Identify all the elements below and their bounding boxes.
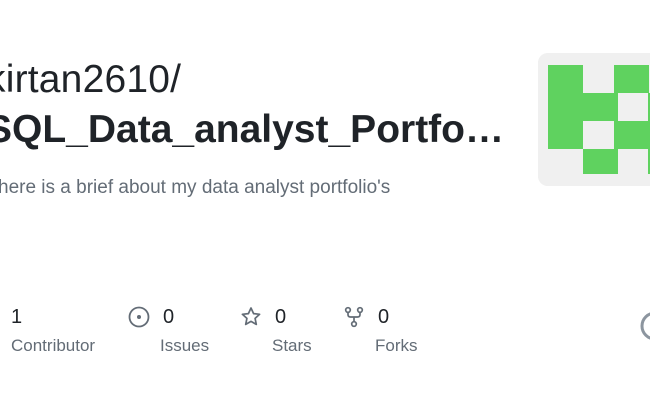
issues-count: 0 — [163, 305, 175, 328]
issue-opened-icon — [128, 306, 150, 328]
repo-owner[interactable]: kirtan2610/ — [0, 58, 181, 102]
forks-label: Forks — [375, 336, 418, 355]
stat-stars[interactable]: 0 Stars — [240, 304, 312, 356]
stars-label: Stars — [272, 336, 312, 355]
owner-avatar[interactable] — [538, 53, 650, 186]
contributors-count: 1 — [11, 305, 23, 328]
stat-forks[interactable]: 0 Forks — [343, 304, 418, 356]
repo-forked-icon — [343, 306, 365, 328]
repo-social-card: kirtan2610/ SQL_Data_analyst_Portfo… her… — [0, 0, 650, 400]
star-icon — [240, 306, 262, 328]
forks-count: 0 — [378, 305, 390, 328]
stars-count: 0 — [275, 305, 287, 328]
issues-label: Issues — [160, 336, 210, 355]
repo-name[interactable]: SQL_Data_analyst_Portfo… — [0, 108, 504, 152]
repo-description: here is a brief about my data analyst po… — [0, 177, 391, 198]
contributors-label: Contributor — [11, 336, 96, 355]
stat-contributors[interactable]: 1 Contributor — [11, 304, 95, 356]
github-logo-icon — [640, 311, 650, 341]
identicon-image — [538, 53, 650, 186]
stat-issues[interactable]: 0 Issues — [128, 304, 209, 356]
